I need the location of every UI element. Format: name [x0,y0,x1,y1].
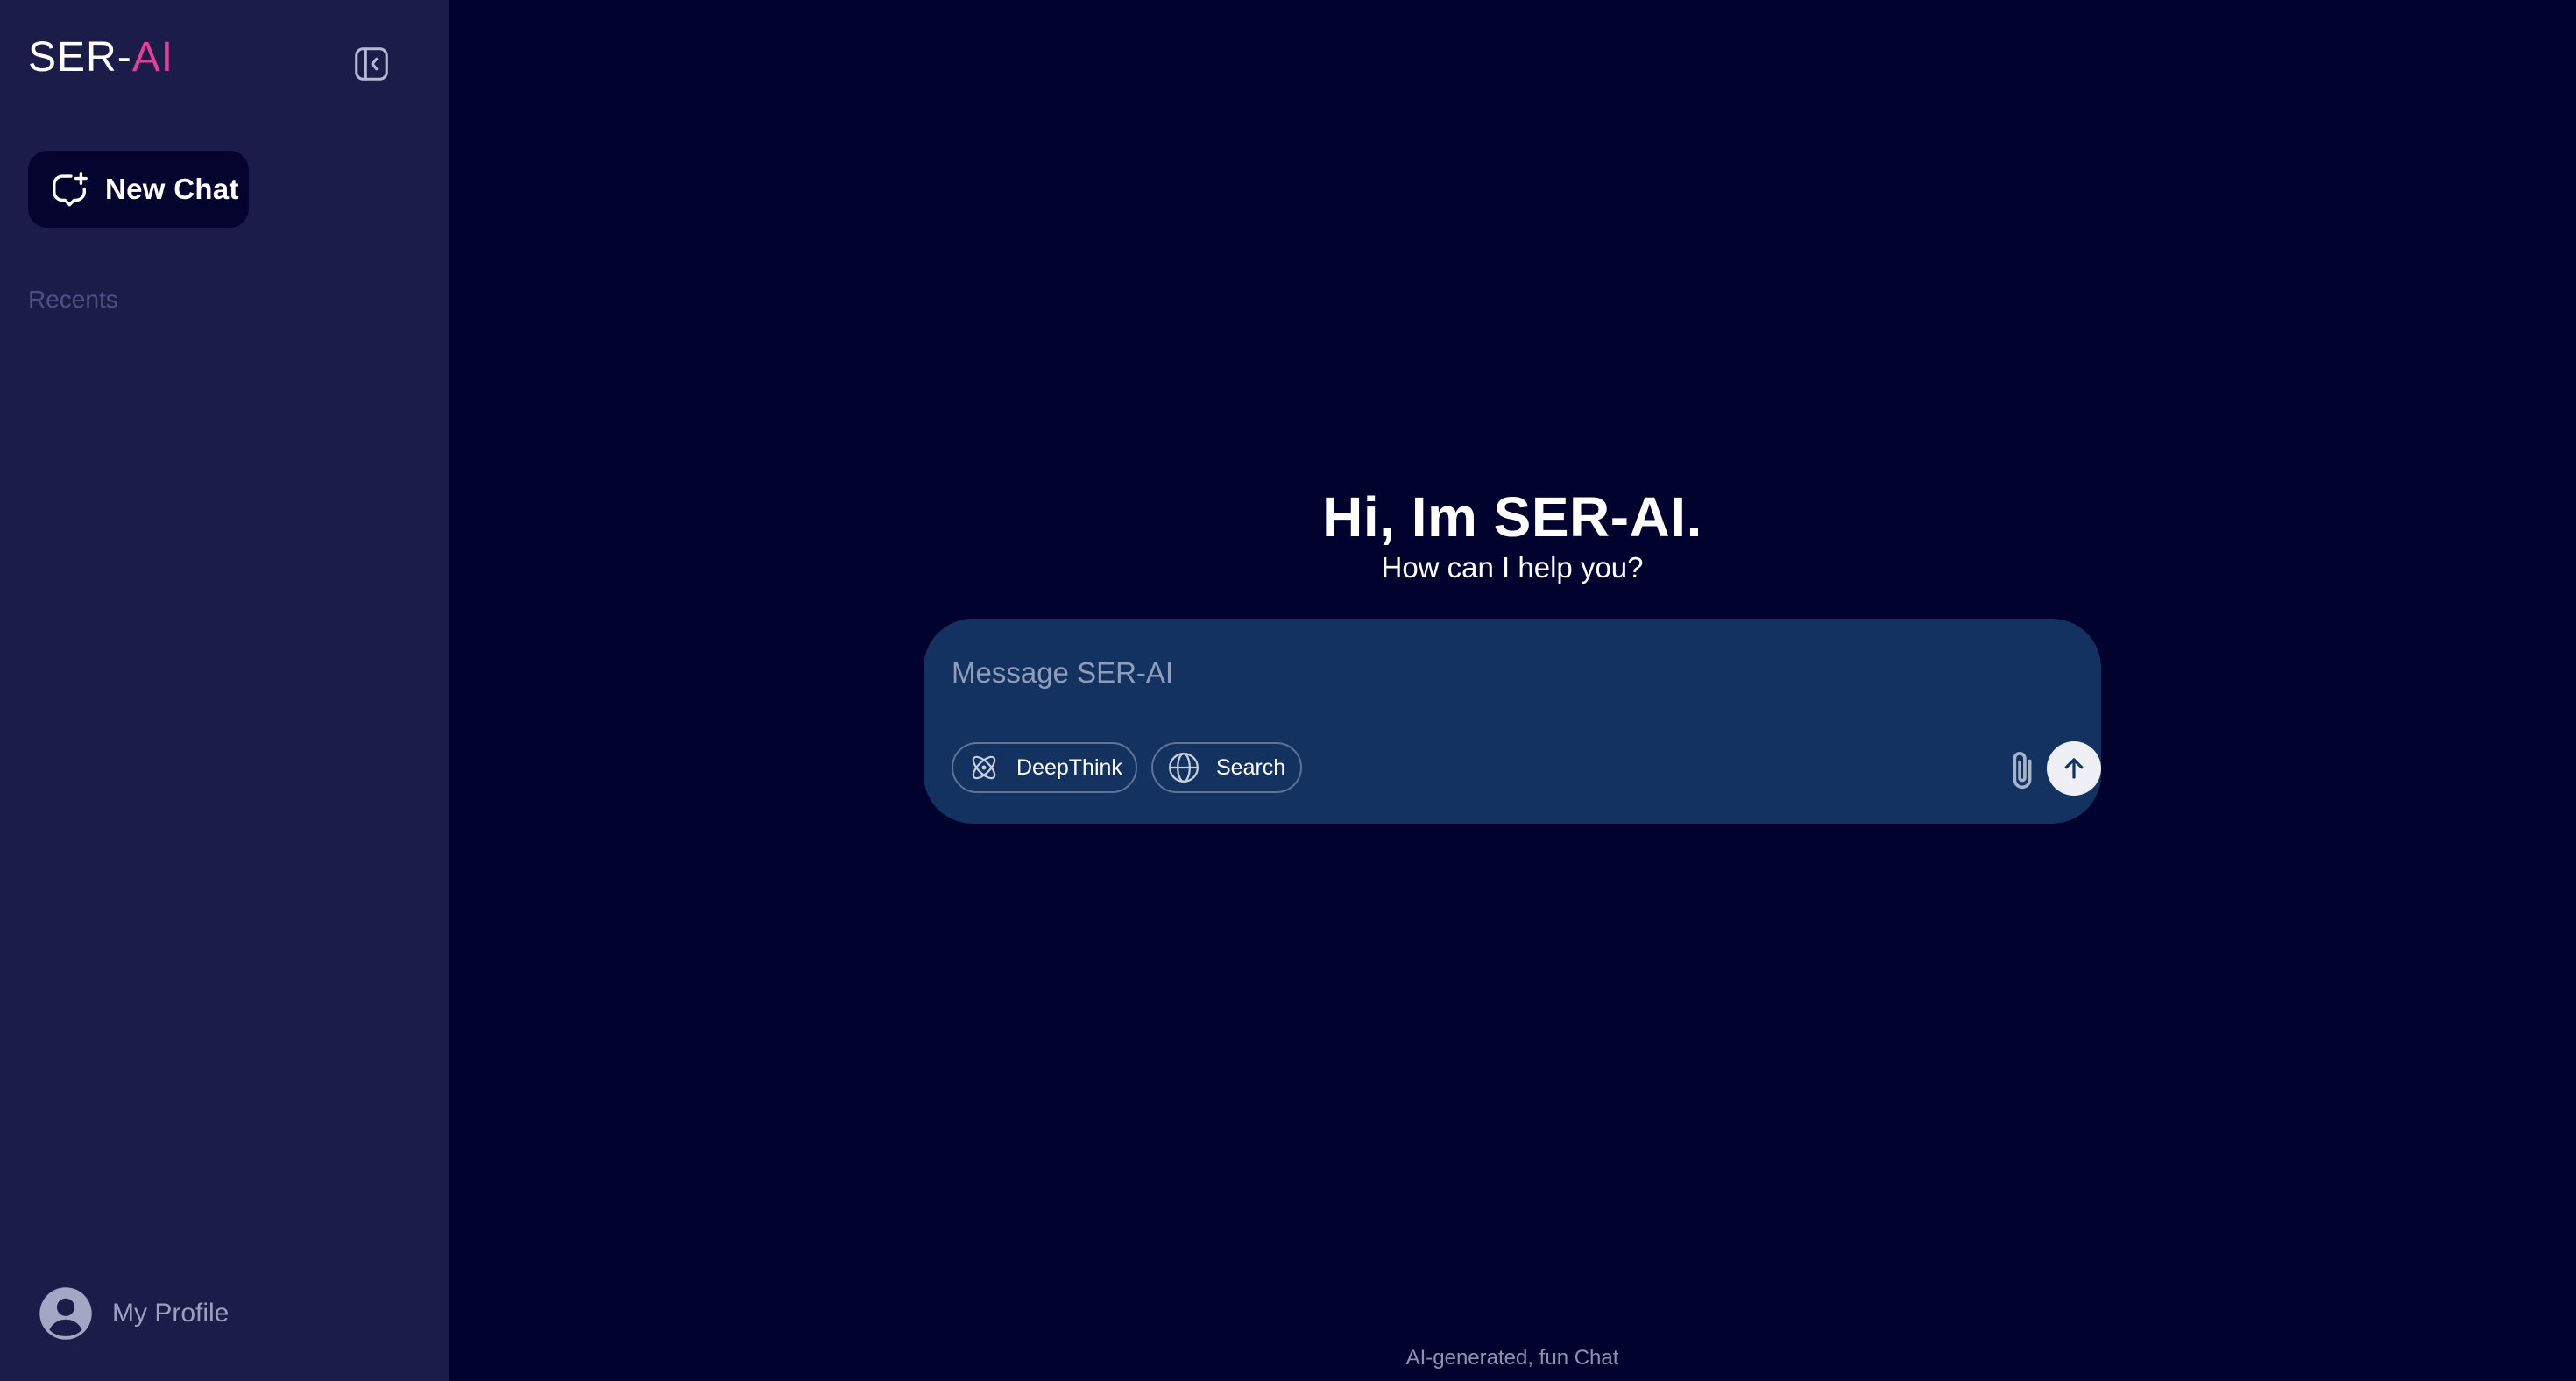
new-chat-label: New Chat [105,173,239,205]
app-logo: SER-AI [28,33,173,82]
new-chat-icon [49,169,89,209]
my-profile-button[interactable]: My Profile [39,1286,229,1341]
user-avatar-icon [39,1286,93,1341]
sidebar: SER-AI New Chat Recents My Profile [0,0,449,1381]
app-root: SER-AI New Chat Recents My Profile Hi, I… [0,0,2576,1381]
send-button[interactable] [2047,741,2101,796]
globe-icon [1167,751,1200,784]
sidebar-collapse-icon [355,47,388,81]
search-label: Search [1216,754,1286,780]
deepthink-label: DeepThink [1016,754,1122,780]
recents-heading: Recents [28,286,118,313]
message-input[interactable] [950,650,2005,696]
brand-accent: AI [131,34,174,81]
attach-file-button[interactable] [2003,747,2042,796]
atom-icon [967,751,1001,784]
paperclip-icon [2013,752,2032,790]
my-profile-label: My Profile [112,1299,230,1328]
arrow-up-icon [2064,758,2084,779]
brand-prefix: SER- [28,34,132,81]
sidebar-collapse-button[interactable] [350,44,393,84]
deepthink-toggle[interactable]: DeepThink [952,742,1137,793]
main-area: Hi, Im SER-AI. How can I help you? DeepT… [449,0,2576,1381]
greeting-title: Hi, Im SER-AI. [1322,485,1702,549]
new-chat-button[interactable]: New Chat [28,151,249,228]
message-composer: DeepThink Search [924,619,2101,824]
footer-disclaimer: AI-generated, fun Chat [1405,1346,1619,1370]
search-toggle[interactable]: Search [1151,742,1302,793]
greeting-subtitle: How can I help you? [1381,551,1644,584]
